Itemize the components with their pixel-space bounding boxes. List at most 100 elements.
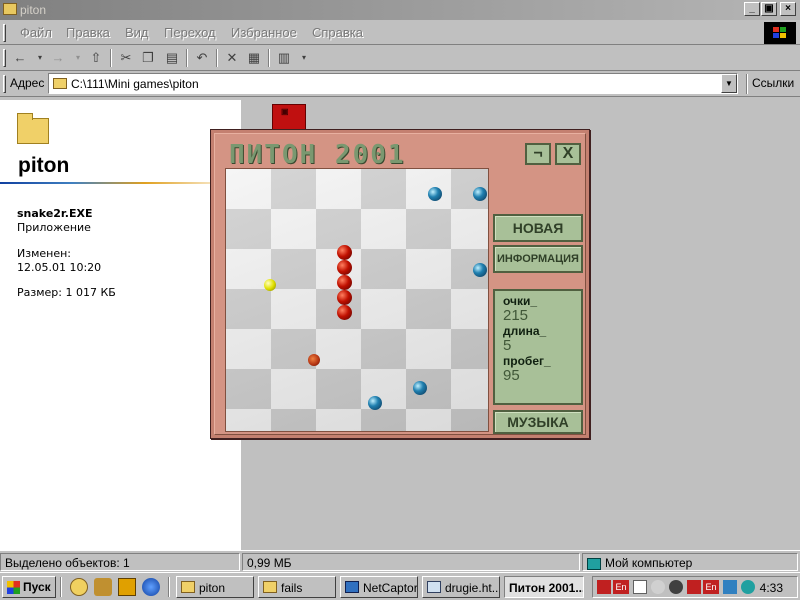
minimize-button[interactable]: _	[744, 2, 760, 16]
length-value: 5	[503, 337, 512, 354]
address-value: C:\111\Mini games\piton	[71, 77, 199, 91]
windows-logo-icon	[764, 22, 796, 44]
html-document-icon	[427, 581, 441, 593]
language-indicator[interactable]: En	[613, 580, 629, 594]
divider	[0, 182, 241, 184]
address-input[interactable]: C:\111\Mini games\piton ▼	[48, 73, 738, 94]
taskbar: Пуск piton fails NetCaptor drugie.ht... …	[0, 572, 800, 600]
large-folder-icon	[17, 113, 49, 144]
task-netcaptor[interactable]: NetCaptor	[340, 576, 418, 598]
task-label: piton	[199, 581, 226, 595]
game-minimize-button[interactable]: ¬	[525, 143, 551, 165]
window-title-bar[interactable]: piton _ ▣ ×	[0, 0, 800, 20]
task-label: fails	[281, 581, 303, 595]
tray-flag-icon[interactable]	[687, 580, 701, 594]
program-icon[interactable]: ▣	[272, 104, 306, 131]
folder-icon	[263, 581, 277, 593]
menu-go[interactable]: Переход	[164, 25, 216, 40]
game-window[interactable]: ПИТОН 2001 ¬ X НОВАЯ ИНФОРМАЦИЯ очки_ 21…	[210, 129, 590, 439]
maximize-button[interactable]: ▣	[761, 2, 777, 16]
menu-file[interactable]: Файл	[20, 25, 52, 40]
game-field[interactable]	[225, 168, 489, 432]
paste-icon[interactable]: ▤	[162, 48, 182, 68]
file-size: Размер: 1 017 КБ	[17, 286, 116, 299]
status-bar: Выделено объектов: 1 0,99 МБ Мой компьют…	[0, 550, 800, 572]
forward-dropdown-icon[interactable]: ▾	[68, 48, 88, 68]
address-label: Адрес	[10, 76, 45, 90]
address-dropdown-button[interactable]: ▼	[721, 74, 737, 93]
views-dropdown-icon[interactable]: ▾	[294, 48, 314, 68]
task-label: Питон 2001...	[509, 581, 584, 595]
status-location: Мой компьютер	[582, 553, 798, 571]
file-name: snake2r.EXE	[17, 207, 93, 220]
up-folder-icon[interactable]: ⇧	[86, 48, 106, 68]
task-piton[interactable]: piton	[176, 576, 254, 598]
score-label: очки_	[503, 294, 538, 308]
tray-spider-icon[interactable]	[669, 580, 683, 594]
file-type: Приложение	[17, 221, 91, 234]
windows-flag-icon	[7, 581, 20, 594]
blue-ball	[413, 381, 427, 395]
tray-app-icon[interactable]	[597, 580, 611, 594]
menu-bar: Файл Правка Вид Переход Избранное Справк…	[0, 21, 800, 45]
toolbar-grip[interactable]	[3, 49, 6, 67]
snake-segment	[337, 275, 352, 290]
back-icon[interactable]: ←	[10, 48, 30, 68]
language-indicator-2[interactable]: En	[703, 580, 719, 594]
address-grip[interactable]	[3, 75, 6, 93]
views-icon[interactable]: ▥	[274, 48, 294, 68]
run-value: 95	[503, 367, 520, 384]
start-label: Пуск	[23, 580, 51, 594]
tray-tool-icon[interactable]	[651, 580, 665, 594]
folder-name-heading: piton	[18, 154, 70, 177]
blue-ball	[473, 263, 487, 277]
close-button[interactable]: ×	[780, 2, 796, 16]
task-fails[interactable]: fails	[258, 576, 336, 598]
my-computer-icon	[587, 557, 601, 570]
status-selected: Выделено объектов: 1	[0, 553, 240, 571]
menu-help[interactable]: Справка	[312, 25, 363, 40]
menu-favorites[interactable]: Избранное	[231, 25, 297, 40]
task-label: NetCaptor	[363, 581, 418, 595]
clock[interactable]: 4:33	[760, 581, 783, 595]
snake-segment	[337, 305, 352, 320]
quicklaunch-tool-icon[interactable]	[94, 578, 112, 596]
quicklaunch-ie-icon[interactable]	[142, 578, 160, 596]
quicklaunch-media-icon[interactable]	[118, 578, 136, 596]
delete-icon[interactable]: ✕	[222, 48, 242, 68]
length-label: длина_	[503, 324, 547, 338]
menu-grip[interactable]	[3, 24, 6, 42]
menu-view[interactable]: Вид	[125, 25, 149, 40]
info-button[interactable]: ИНФОРМАЦИЯ	[493, 245, 583, 273]
start-button[interactable]: Пуск	[2, 576, 56, 598]
address-bar: Адрес C:\111\Mini games\piton ▼ Ссылки	[0, 71, 800, 97]
copy-icon[interactable]: ❐	[138, 48, 158, 68]
task-drugie[interactable]: drugie.ht...	[422, 576, 500, 598]
blue-ball	[368, 396, 382, 410]
score-value: 215	[503, 307, 529, 324]
tray-network-icon[interactable]	[723, 580, 737, 594]
speaker-icon[interactable]	[633, 580, 647, 594]
back-dropdown-icon[interactable]: ▾	[30, 48, 50, 68]
blue-ball	[428, 187, 442, 201]
tray-globe-icon[interactable]	[741, 580, 755, 594]
forward-icon[interactable]: →	[48, 48, 68, 68]
menu-edit[interactable]: Правка	[66, 25, 110, 40]
cut-icon[interactable]: ✂	[116, 48, 136, 68]
links-label[interactable]: Ссылки	[752, 76, 794, 90]
properties-icon[interactable]: ▦	[244, 48, 264, 68]
modified-value: 12.05.01 10:20	[17, 261, 102, 274]
blue-ball	[473, 187, 487, 201]
task-piton-2001[interactable]: Питон 2001...	[504, 576, 584, 598]
snake-segment	[337, 260, 352, 275]
task-label: drugie.ht...	[445, 581, 500, 595]
new-game-button[interactable]: НОВАЯ	[493, 214, 583, 242]
quicklaunch-desktop-icon[interactable]	[70, 578, 88, 596]
snake-segment	[337, 290, 352, 305]
game-close-button[interactable]: X	[555, 143, 581, 165]
folder-icon	[53, 78, 67, 89]
status-location-label: Мой компьютер	[605, 556, 693, 570]
undo-icon[interactable]: ↶	[192, 48, 212, 68]
music-button[interactable]: МУЗЫКА	[493, 410, 583, 434]
window-title: piton	[20, 3, 47, 17]
